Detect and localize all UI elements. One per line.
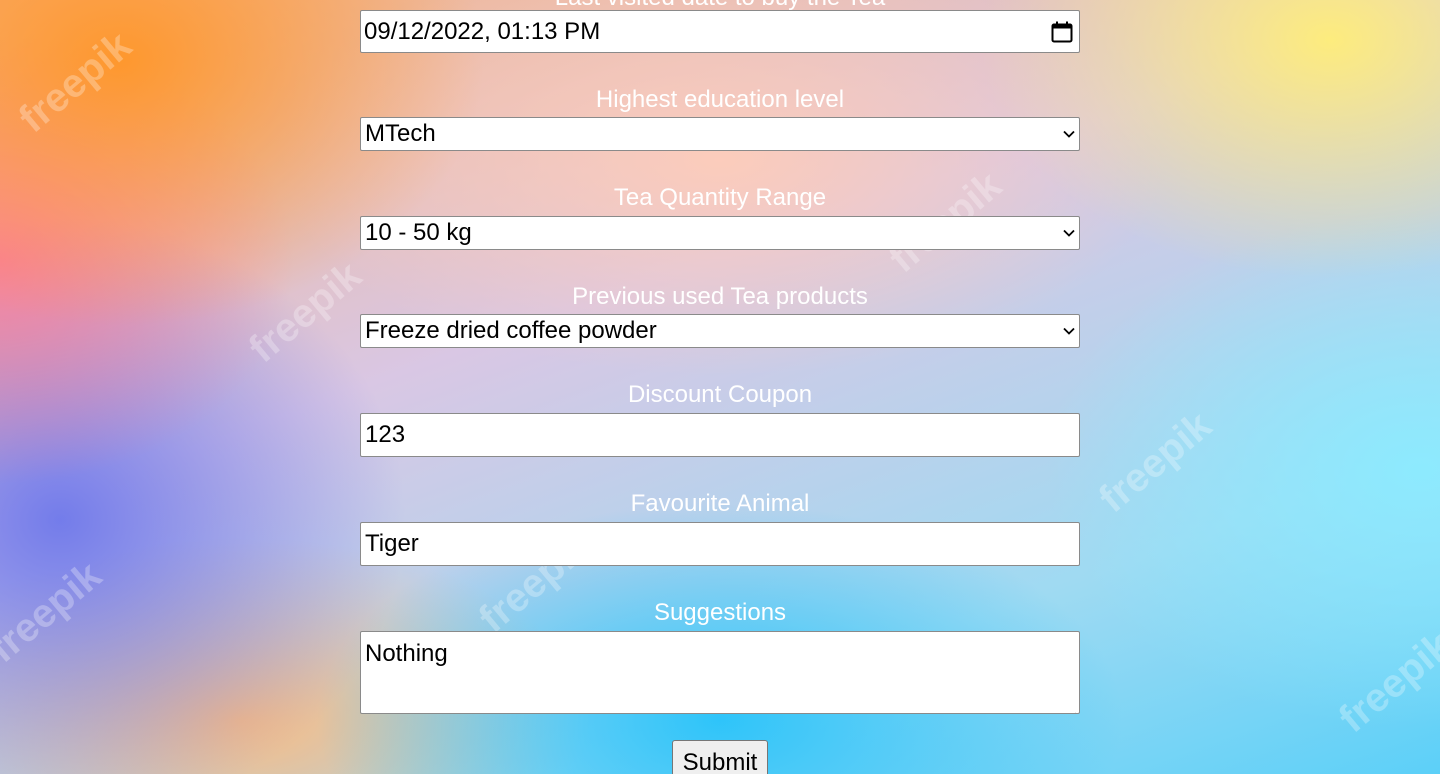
animal-input[interactable]: Tiger (360, 522, 1080, 566)
coupon-label: Discount Coupon (627, 381, 813, 408)
chevron-down-icon (1063, 128, 1075, 140)
education-selected-value: MTech (365, 120, 436, 147)
quantity-selected-value: 10 - 50 kg (365, 219, 472, 246)
animal-label: Favourite Animal (630, 490, 810, 517)
animal-value: Tiger (365, 530, 419, 557)
education-select[interactable]: MTech (360, 117, 1080, 151)
coupon-value: 123 (365, 421, 406, 448)
previous-products-selected-value: Freeze dried coffee powder (365, 317, 657, 344)
suggestions-label: Suggestions (653, 599, 787, 626)
submit-button[interactable]: Submit (672, 740, 768, 774)
last-visited-datetime-input[interactable]: 09/12/2022, 01:13 PM (360, 10, 1080, 53)
resize-handle-icon[interactable] (1067, 701, 1077, 713)
suggestions-value: Nothing (365, 640, 448, 667)
chevron-down-icon (1063, 325, 1075, 337)
previous-products-select[interactable]: Freeze dried coffee powder (360, 314, 1080, 348)
quantity-label: Tea Quantity Range (613, 184, 827, 211)
chevron-down-icon (1063, 227, 1075, 239)
education-label: Highest education level (595, 86, 845, 113)
calendar-icon[interactable] (1051, 21, 1073, 43)
coupon-input[interactable]: 123 (360, 413, 1080, 457)
previous-products-label: Previous used Tea products (572, 283, 868, 310)
suggestions-textarea[interactable]: Nothing (360, 631, 1080, 714)
quantity-select[interactable]: 10 - 50 kg (360, 216, 1080, 250)
datetime-value: 09/12/2022, 01:13 PM (364, 17, 601, 45)
